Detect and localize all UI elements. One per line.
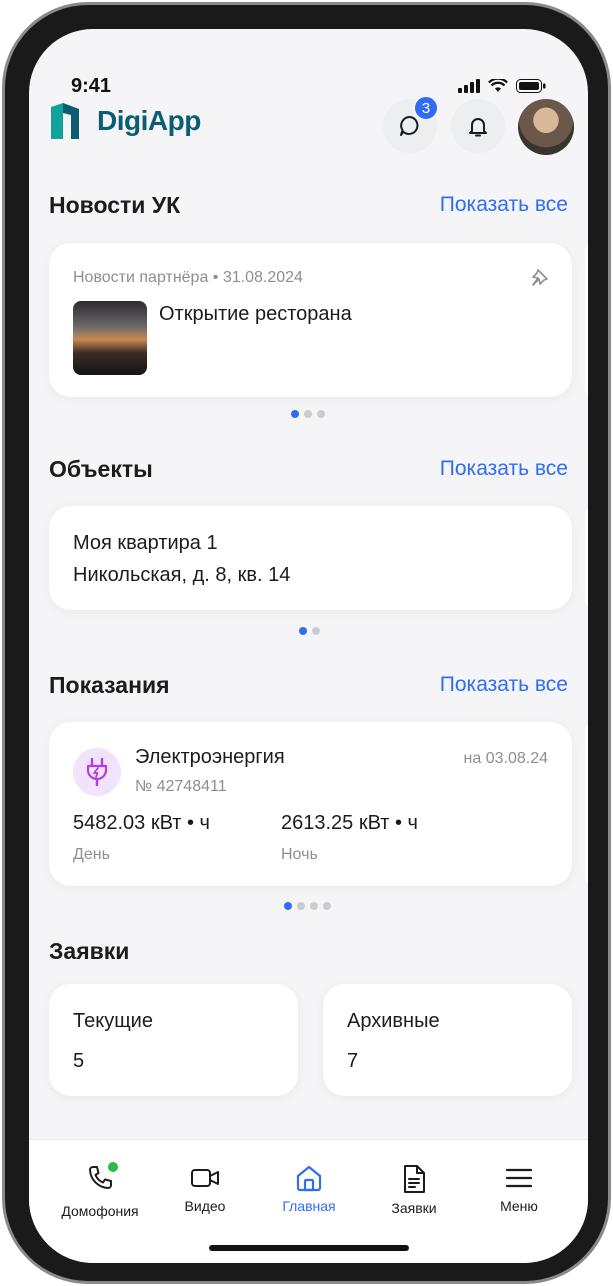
- current-requests-label: Текущие: [73, 1010, 153, 1032]
- plug-icon: [86, 757, 108, 787]
- news-show-all-link[interactable]: Показать все: [440, 193, 568, 217]
- tab-video[interactable]: Видео: [155, 1164, 255, 1214]
- status-icons: [458, 79, 546, 93]
- tab-label: Заявки: [391, 1200, 437, 1216]
- news-section-title: Новости УК: [49, 192, 181, 218]
- chat-button[interactable]: 3: [383, 95, 439, 153]
- video-icon: [191, 1169, 219, 1187]
- pagination-dot: [297, 902, 305, 910]
- electricity-icon-badge: [73, 748, 121, 796]
- news-thumbnail: [73, 301, 147, 375]
- object-card[interactable]: Моя квартира 1 Никольская, д. 8, кв. 14: [49, 506, 572, 610]
- pagination-dot: [304, 410, 312, 418]
- app-screen: 9:41 DigiApp 3 Новости УК Показать все Н…: [29, 29, 588, 1263]
- phone-frame: 9:41 DigiApp 3 Новости УК Показать все Н…: [2, 2, 611, 1284]
- tab-menu[interactable]: Меню: [469, 1164, 569, 1214]
- menu-icon: [505, 1168, 533, 1188]
- pin-button[interactable]: [530, 267, 550, 292]
- news-card[interactable]: Новости партнёра • 31.08.2024 Открытие р…: [49, 243, 572, 397]
- archived-requests-count: 7: [347, 1050, 359, 1072]
- pagination-dot: [310, 902, 318, 910]
- readings-section-title: Показания: [49, 672, 170, 698]
- home-icon: [296, 1165, 322, 1192]
- meter-resource-name: Электроэнергия: [135, 746, 285, 768]
- objects-next-card-peek[interactable]: [585, 506, 588, 610]
- objects-pagination: [299, 627, 320, 635]
- tab-label: Домофония: [61, 1203, 139, 1219]
- object-address: Никольская, д. 8, кв. 14: [73, 564, 291, 586]
- battery-icon: [516, 79, 546, 93]
- day-reading-value: 5482.03 кВт • ч: [73, 812, 210, 834]
- pagination-dot: [323, 902, 331, 910]
- objects-section-title: Объекты: [49, 456, 153, 482]
- readings-pagination: [284, 902, 331, 910]
- archived-requests-card[interactable]: Архивные 7: [323, 984, 572, 1096]
- news-next-card-peek[interactable]: [585, 243, 588, 397]
- current-requests-card[interactable]: Текущие 5: [49, 984, 298, 1096]
- object-name: Моя квартира 1: [73, 532, 218, 554]
- bell-icon: [469, 118, 487, 137]
- day-reading-label: День: [73, 846, 110, 863]
- app-name: DigiApp: [97, 105, 201, 136]
- tab-home[interactable]: Главная: [259, 1164, 359, 1214]
- news-meta: Новости партнёра • 31.08.2024: [73, 269, 303, 286]
- meter-reading-date: на 03.08.24: [463, 750, 548, 767]
- meter-number: № 42748411: [135, 778, 227, 795]
- pin-icon: [532, 269, 548, 286]
- night-reading-value: 2613.25 кВт • ч: [281, 812, 418, 834]
- pagination-dot: [284, 902, 292, 910]
- home-indicator[interactable]: [209, 1245, 409, 1251]
- app-logo: DigiApp: [49, 103, 201, 139]
- tab-label: Меню: [500, 1198, 538, 1214]
- status-time: 9:41: [71, 75, 112, 97]
- objects-show-all-link[interactable]: Показать все: [440, 457, 568, 481]
- current-requests-count: 5: [73, 1050, 85, 1072]
- archived-requests-label: Архивные: [347, 1010, 440, 1032]
- requests-section-title: Заявки: [49, 938, 130, 964]
- tab-intercom[interactable]: Домофония: [50, 1162, 150, 1219]
- document-icon: [404, 1165, 425, 1193]
- readings-next-card-peek[interactable]: [585, 722, 588, 886]
- news-headline: Открытие ресторана: [159, 303, 352, 325]
- online-status-dot: [108, 1162, 118, 1172]
- readings-show-all-link[interactable]: Показать все: [440, 673, 568, 697]
- wifi-icon: [488, 79, 508, 92]
- news-pagination: [291, 410, 325, 418]
- chat-badge: 3: [413, 95, 439, 121]
- user-avatar[interactable]: [518, 99, 574, 155]
- tab-requests[interactable]: Заявки: [364, 1164, 464, 1216]
- pagination-dot: [317, 410, 325, 418]
- tab-label: Видео: [184, 1198, 226, 1214]
- meter-card[interactable]: Электроэнергия № 42748411 на 03.08.24 54…: [49, 722, 572, 886]
- pagination-dot: [299, 627, 307, 635]
- notifications-button[interactable]: [451, 99, 505, 153]
- pagination-dot: [312, 627, 320, 635]
- pagination-dot: [291, 410, 299, 418]
- digiapp-logo-icon: [51, 103, 79, 139]
- night-reading-label: Ночь: [281, 846, 318, 863]
- tab-label: Главная: [282, 1198, 336, 1214]
- cellular-signal-icon: [458, 79, 480, 93]
